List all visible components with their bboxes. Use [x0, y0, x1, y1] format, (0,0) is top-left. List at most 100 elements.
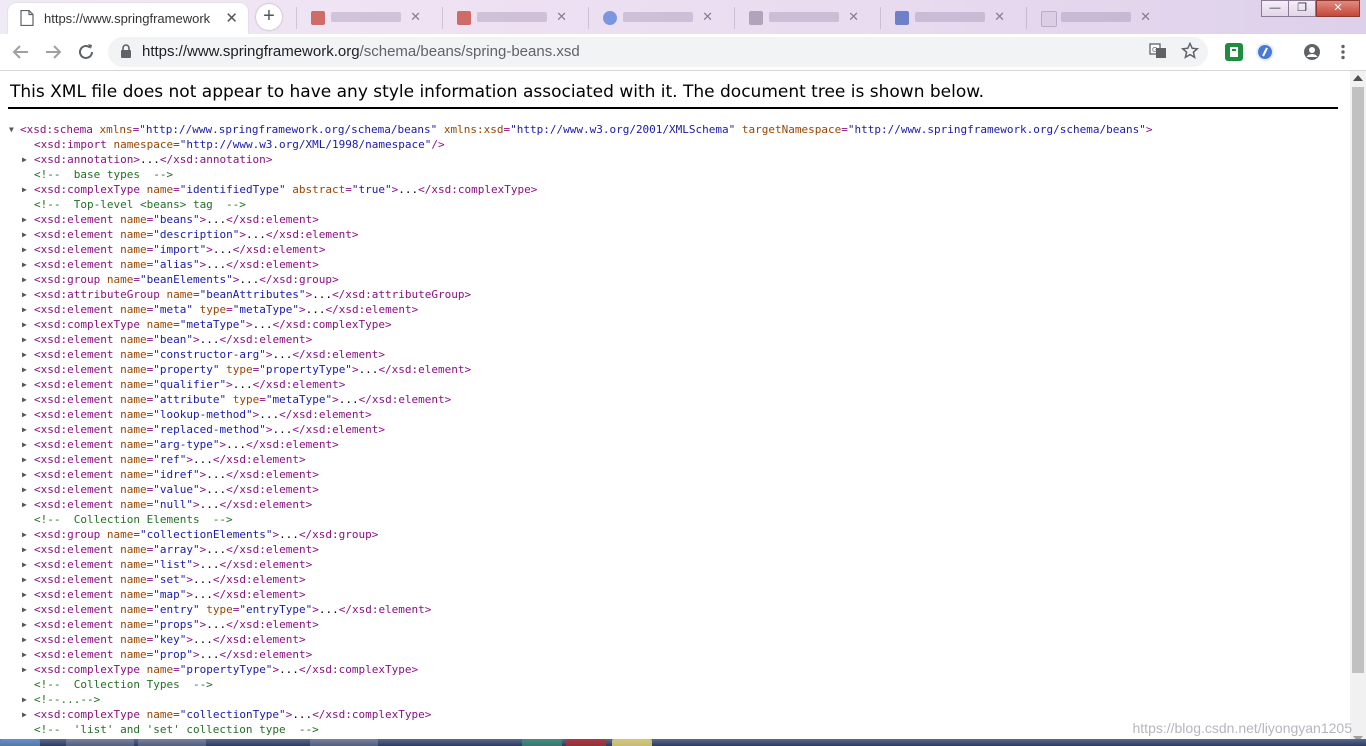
xml-element: <xsd:complexType name="metaType">...</xs… — [34, 318, 392, 331]
tab-active[interactable]: https://www.springframework ✕ — [8, 3, 248, 34]
expand-arrow-icon[interactable]: ▶ — [22, 287, 27, 302]
tab-close-icon[interactable]: ✕ — [848, 9, 859, 25]
xml-tree-line: ▶ <xsd:element name="description">...</xs… — [0, 227, 1340, 242]
expand-arrow-icon[interactable]: ▶ — [22, 452, 27, 467]
scroll-up-arrow-icon[interactable] — [1353, 75, 1363, 81]
expand-arrow-icon[interactable]: ▶ — [22, 632, 27, 647]
xml-tree-line: ▶ <xsd:element name="set">...</xsd:elemen… — [0, 572, 1340, 587]
profile-icon[interactable] — [1303, 43, 1321, 61]
background-tab[interactable]: ✕ — [296, 7, 429, 29]
expand-arrow-icon[interactable]: ▶ — [22, 542, 27, 557]
xml-element: <xsd:group name="beanElements">...</xsd:… — [34, 273, 339, 286]
window-close-button[interactable]: ✕ — [1316, 0, 1360, 17]
extension-icon[interactable] — [1256, 43, 1274, 61]
xml-element: <xsd:element name="idref">...</xsd:eleme… — [34, 468, 319, 481]
expand-arrow-icon[interactable]: ▶ — [22, 587, 27, 602]
background-tab[interactable]: ✕ — [442, 7, 575, 29]
minimize-button[interactable]: — — [1261, 0, 1289, 17]
tab-close-icon[interactable]: ✕ — [994, 9, 1005, 25]
taskbar-item[interactable] — [66, 739, 134, 746]
expand-arrow-icon[interactable]: ▶ — [22, 302, 27, 317]
tab-close-icon[interactable]: ✕ — [410, 9, 421, 25]
xml-tree-line: <xsd:import namespace="http://www.w3.org… — [0, 137, 1340, 152]
vertical-scrollbar[interactable] — [1350, 71, 1366, 746]
expand-arrow-icon[interactable]: ▶ — [22, 692, 27, 707]
expand-arrow-icon[interactable]: ▶ — [22, 182, 27, 197]
xml-tree-line: ▶ <xsd:element name="import">...</xsd:ele… — [0, 242, 1340, 257]
expand-arrow-icon[interactable]: ▶ — [22, 392, 27, 407]
expand-arrow-icon[interactable]: ▶ — [22, 602, 27, 617]
taskbar-item[interactable] — [522, 739, 562, 746]
expand-arrow-icon[interactable]: ▶ — [22, 272, 27, 287]
expand-arrow-icon[interactable]: ▶ — [22, 437, 27, 452]
xml-element: <xsd:element name="array">...</xsd:eleme… — [34, 543, 319, 556]
xml-comment: <!-- Top-level <beans> tag --> — [34, 198, 246, 211]
expand-arrow-icon[interactable]: ▶ — [22, 647, 27, 662]
expand-arrow-icon[interactable]: ▶ — [22, 362, 27, 377]
expand-arrow-icon[interactable]: ▶ — [22, 707, 27, 722]
document-icon — [1041, 11, 1057, 27]
extension-icon[interactable] — [1225, 43, 1243, 61]
taskbar-item[interactable] — [138, 739, 206, 746]
expand-arrow-icon[interactable]: ▶ — [22, 407, 27, 422]
expand-arrow-icon[interactable]: ▶ — [22, 557, 27, 572]
expand-arrow-icon[interactable]: ▶ — [22, 152, 27, 167]
xml-tree-line: ▶ <xsd:element name="qualifier">...</xsd:… — [0, 377, 1340, 392]
expand-arrow-icon[interactable]: ▶ — [22, 377, 27, 392]
document-icon — [20, 10, 34, 26]
divider — [8, 107, 1338, 109]
xml-element: <xsd:element name="alias">...</xsd:eleme… — [34, 258, 319, 271]
expand-arrow-icon[interactable]: ▶ — [22, 332, 27, 347]
xml-element: <xsd:complexType name="collectionType">.… — [34, 708, 432, 721]
expand-arrow-icon[interactable]: ▶ — [22, 572, 27, 587]
taskbar-item[interactable] — [310, 739, 378, 746]
tab-close-icon[interactable]: ✕ — [1140, 9, 1151, 25]
background-tab[interactable]: ✕ — [1026, 7, 1159, 29]
menu-icon[interactable] — [1334, 43, 1352, 61]
expand-arrow-icon[interactable]: ▶ — [22, 422, 27, 437]
xml-element: <xsd:element name="beans">...</xsd:eleme… — [34, 213, 319, 226]
xml-tree-line: ▶ <xsd:group name="beanElements">...</xsd… — [0, 272, 1340, 287]
expand-arrow-icon[interactable]: ▶ — [22, 527, 27, 542]
taskbar-item[interactable] — [566, 739, 606, 746]
background-tab[interactable]: ✕ — [588, 7, 721, 29]
xml-tree-line: ▶ <xsd:element name="idref">...</xsd:elem… — [0, 467, 1340, 482]
expand-arrow-icon[interactable]: ▶ — [22, 227, 27, 242]
tab-close-icon[interactable]: ✕ — [556, 9, 567, 25]
background-tab[interactable]: ✕ — [734, 7, 867, 29]
xml-element: <xsd:import namespace="http://www.w3.org… — [34, 138, 445, 151]
xml-tree-line: ▶ <xsd:element name="key">...</xsd:elemen… — [0, 632, 1340, 647]
expand-arrow-icon[interactable]: ▶ — [22, 467, 27, 482]
xml-tree-line: ▶ <xsd:element name="value">...</xsd:elem… — [0, 482, 1340, 497]
reload-icon[interactable] — [75, 41, 97, 63]
xml-element: <xsd:element name="prop">...</xsd:elemen… — [34, 648, 313, 661]
expand-arrow-icon[interactable]: ▶ — [22, 242, 27, 257]
start-button[interactable] — [0, 739, 40, 746]
xml-tree-line: <!-- base types --> — [0, 167, 1340, 182]
expand-arrow-icon[interactable]: ▶ — [22, 497, 27, 512]
tab-close-icon[interactable]: ✕ — [702, 9, 713, 25]
expand-arrow-icon[interactable]: ▶ — [22, 617, 27, 632]
address-bar[interactable]: https://www.springframework.org/schema/b… — [108, 37, 1208, 67]
background-tab[interactable]: ✕ — [880, 7, 1013, 29]
translate-icon[interactable]: G — [1148, 42, 1168, 62]
bookmark-star-icon[interactable] — [1180, 41, 1200, 62]
expand-arrow-icon[interactable]: ▶ — [22, 257, 27, 272]
xml-tree-line: ▶ <xsd:element name="meta" type="metaType… — [0, 302, 1340, 317]
back-icon[interactable] — [10, 41, 32, 63]
expand-arrow-icon[interactable]: ▶ — [22, 317, 27, 332]
lock-icon[interactable] — [120, 44, 132, 59]
maximize-button[interactable]: ❐ — [1288, 0, 1316, 17]
expand-arrow-icon[interactable]: ▶ — [22, 347, 27, 362]
expand-arrow-icon[interactable]: ▶ — [22, 662, 27, 677]
xml-element: <xsd:element name="replaced-method">...<… — [34, 423, 386, 436]
scrollbar-thumb[interactable] — [1352, 87, 1364, 673]
expand-arrow-icon[interactable]: ▶ — [22, 482, 27, 497]
new-tab-button[interactable]: + — [256, 4, 282, 30]
forward-icon[interactable] — [42, 41, 64, 63]
expand-arrow-icon[interactable]: ▶ — [22, 212, 27, 227]
tab-title: https://www.springframework — [44, 11, 211, 26]
collapse-arrow-icon[interactable]: ▼ — [9, 122, 14, 137]
tab-close-icon[interactable]: ✕ — [225, 9, 238, 27]
taskbar-item[interactable] — [612, 739, 652, 746]
